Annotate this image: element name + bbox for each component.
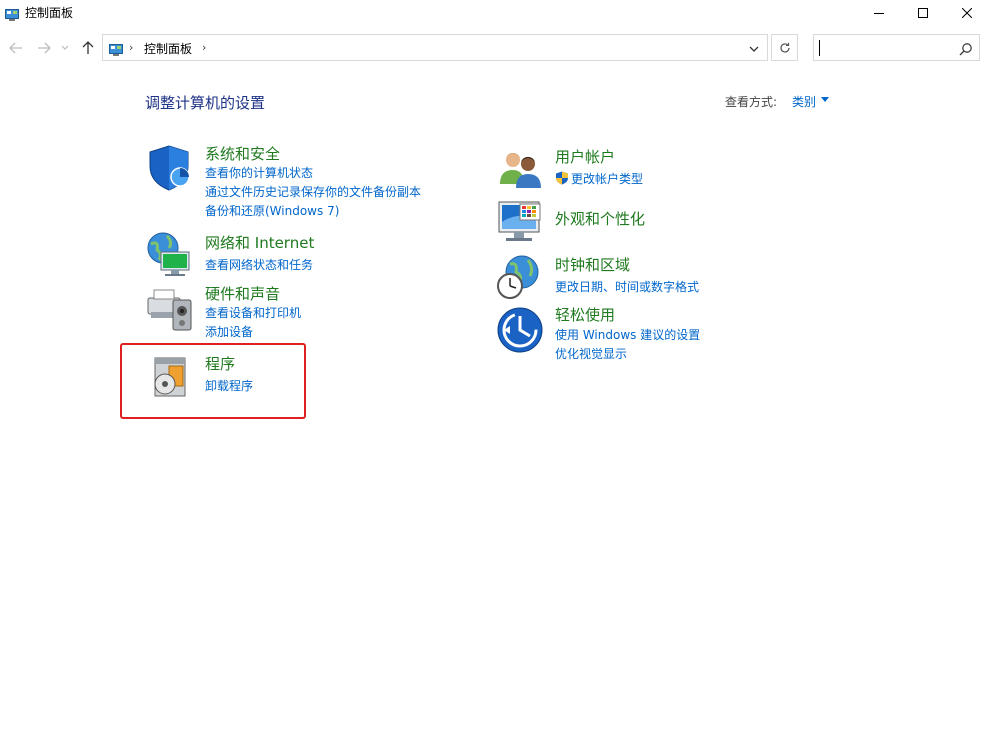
up-button[interactable] (78, 38, 98, 58)
link-uninstall-program[interactable]: 卸载程序 (205, 377, 253, 394)
category-network-internet[interactable]: 网络和 Internet (205, 232, 314, 253)
category-appearance-personalization[interactable]: 外观和个性化 (555, 208, 645, 229)
chevron-down-icon[interactable] (821, 97, 829, 102)
forward-button[interactable] (34, 38, 54, 58)
link-optimize-visual-display[interactable]: 优化视觉显示 (555, 345, 627, 362)
refresh-icon (779, 42, 790, 53)
back-button[interactable] (6, 38, 26, 58)
title-bar: 控制面板 (0, 0, 986, 26)
view-by-dropdown[interactable]: 类别 (792, 93, 816, 110)
page-title: 调整计算机的设置 (145, 94, 266, 112)
arrow-right-icon (38, 42, 51, 54)
link-view-computer-status[interactable]: 查看你的计算机状态 (205, 164, 313, 181)
breadcrumb-chevron-icon[interactable]: › (129, 41, 133, 54)
refresh-button[interactable] (771, 34, 798, 61)
search-icon[interactable] (959, 41, 973, 56)
programs-box-icon[interactable] (145, 352, 193, 400)
breadcrumb-chevron-icon[interactable]: › (202, 41, 206, 54)
user-accounts-icon[interactable] (496, 146, 544, 194)
security-shield-icon[interactable] (145, 144, 193, 192)
control-panel-icon (109, 41, 123, 56)
category-clock-region[interactable]: 时钟和区域 (555, 254, 630, 275)
link-network-status[interactable]: 查看网络状态和任务 (205, 256, 313, 273)
view-by-label: 查看方式: (725, 95, 778, 109)
link-change-date-time-format[interactable]: 更改日期、时间或数字格式 (555, 278, 699, 295)
chevron-down-icon (749, 46, 759, 52)
category-programs[interactable]: 程序 (205, 353, 235, 374)
arrow-left-icon (9, 42, 22, 54)
close-icon (962, 8, 972, 18)
category-ease-of-access[interactable]: 轻松使用 (555, 304, 615, 325)
printer-icon[interactable] (145, 284, 193, 332)
link-backup-restore[interactable]: 备份和还原(Windows 7) (205, 202, 339, 219)
text-caret (819, 40, 820, 56)
address-bar[interactable]: › 控制面板 › (102, 34, 768, 61)
minimize-icon (874, 13, 884, 14)
link-change-account-type[interactable]: 更改帐户类型 (571, 170, 643, 187)
search-input[interactable] (813, 34, 980, 61)
link-add-device[interactable]: 添加设备 (205, 323, 253, 340)
chevron-down-icon (61, 45, 69, 50)
category-user-accounts[interactable]: 用户帐户 (555, 146, 615, 167)
link-devices-printers[interactable]: 查看设备和打印机 (205, 304, 301, 321)
maximize-button[interactable] (900, 0, 946, 26)
link-windows-recommended-settings[interactable]: 使用 Windows 建议的设置 (555, 326, 700, 343)
recent-locations-button[interactable] (58, 38, 72, 58)
breadcrumb-control-panel[interactable]: 控制面板 (144, 40, 192, 57)
clock-globe-icon[interactable] (496, 254, 544, 302)
arrow-up-icon (82, 41, 94, 54)
network-globe-icon[interactable] (145, 230, 193, 278)
window-title: 控制面板 (25, 6, 74, 20)
minimize-button[interactable] (856, 0, 902, 26)
uac-shield-icon (555, 170, 569, 185)
category-hardware-sound[interactable]: 硬件和声音 (205, 283, 280, 304)
link-file-history-backup[interactable]: 通过文件历史记录保存你的文件备份副本 (205, 183, 421, 200)
maximize-icon (918, 8, 928, 18)
control-panel-icon (5, 6, 19, 21)
category-system-security[interactable]: 系统和安全 (205, 143, 280, 164)
close-button[interactable] (944, 0, 986, 26)
address-dropdown-button[interactable] (747, 41, 761, 55)
ease-of-access-icon[interactable] (496, 306, 544, 354)
appearance-monitor-icon[interactable] (496, 198, 544, 246)
